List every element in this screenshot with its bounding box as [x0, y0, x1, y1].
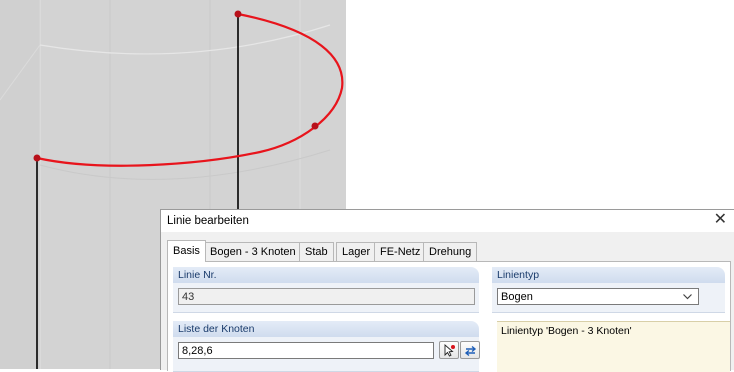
tab-panel-basis: Linie Nr. 43 Linientyp Bogen Liste der K…: [167, 261, 731, 372]
pick-node-button[interactable]: [439, 341, 459, 359]
line-type-value: Bogen: [501, 291, 533, 303]
node-list-input[interactable]: 8,28,6: [178, 342, 434, 359]
chevron-down-icon[interactable]: [683, 294, 692, 300]
line-type-info-box: Linientyp 'Bogen - 3 Knoten': [497, 321, 730, 372]
tab-basis[interactable]: Basis: [167, 240, 206, 262]
dialog-titlebar[interactable]: Linie bearbeiten ✕: [161, 210, 734, 232]
close-icon[interactable]: ✕: [714, 211, 727, 229]
node-6: [234, 10, 242, 18]
line-type-info-text: Linientyp 'Bogen - 3 Knoten': [501, 325, 632, 337]
edit-line-dialog: Linie bearbeiten ✕ Basis Bogen - 3 Knote…: [160, 209, 734, 372]
tab-drehung[interactable]: Drehung: [423, 242, 478, 261]
tab-bogen-3-knoten[interactable]: Bogen - 3 Knoten: [204, 242, 302, 261]
node-list-label: Liste der Knoten: [173, 321, 479, 337]
line-type-label: Linientyp: [492, 267, 725, 283]
node-28: [311, 122, 319, 130]
line-type-select[interactable]: Bogen: [497, 288, 699, 305]
line-number-group: Linie Nr. 43: [173, 267, 479, 313]
line-number-label: Linie Nr.: [173, 267, 479, 283]
arc-line: [36, 12, 344, 167]
line-number-field: 43: [178, 288, 475, 305]
reverse-direction-button[interactable]: [460, 341, 480, 359]
tab-fe-netz[interactable]: FE-Netz: [374, 242, 427, 261]
node-8: [33, 154, 41, 162]
tab-lager[interactable]: Lager: [336, 242, 377, 261]
reverse-direction-icon: [464, 345, 477, 357]
node-list-group: Liste der Knoten 8,28,6: [173, 321, 480, 372]
line-type-group: Linientyp Bogen: [492, 267, 725, 313]
tab-stab[interactable]: Stab: [299, 242, 334, 261]
dialog-title: Linie bearbeiten: [167, 215, 249, 227]
pick-node-icon: [444, 344, 455, 357]
